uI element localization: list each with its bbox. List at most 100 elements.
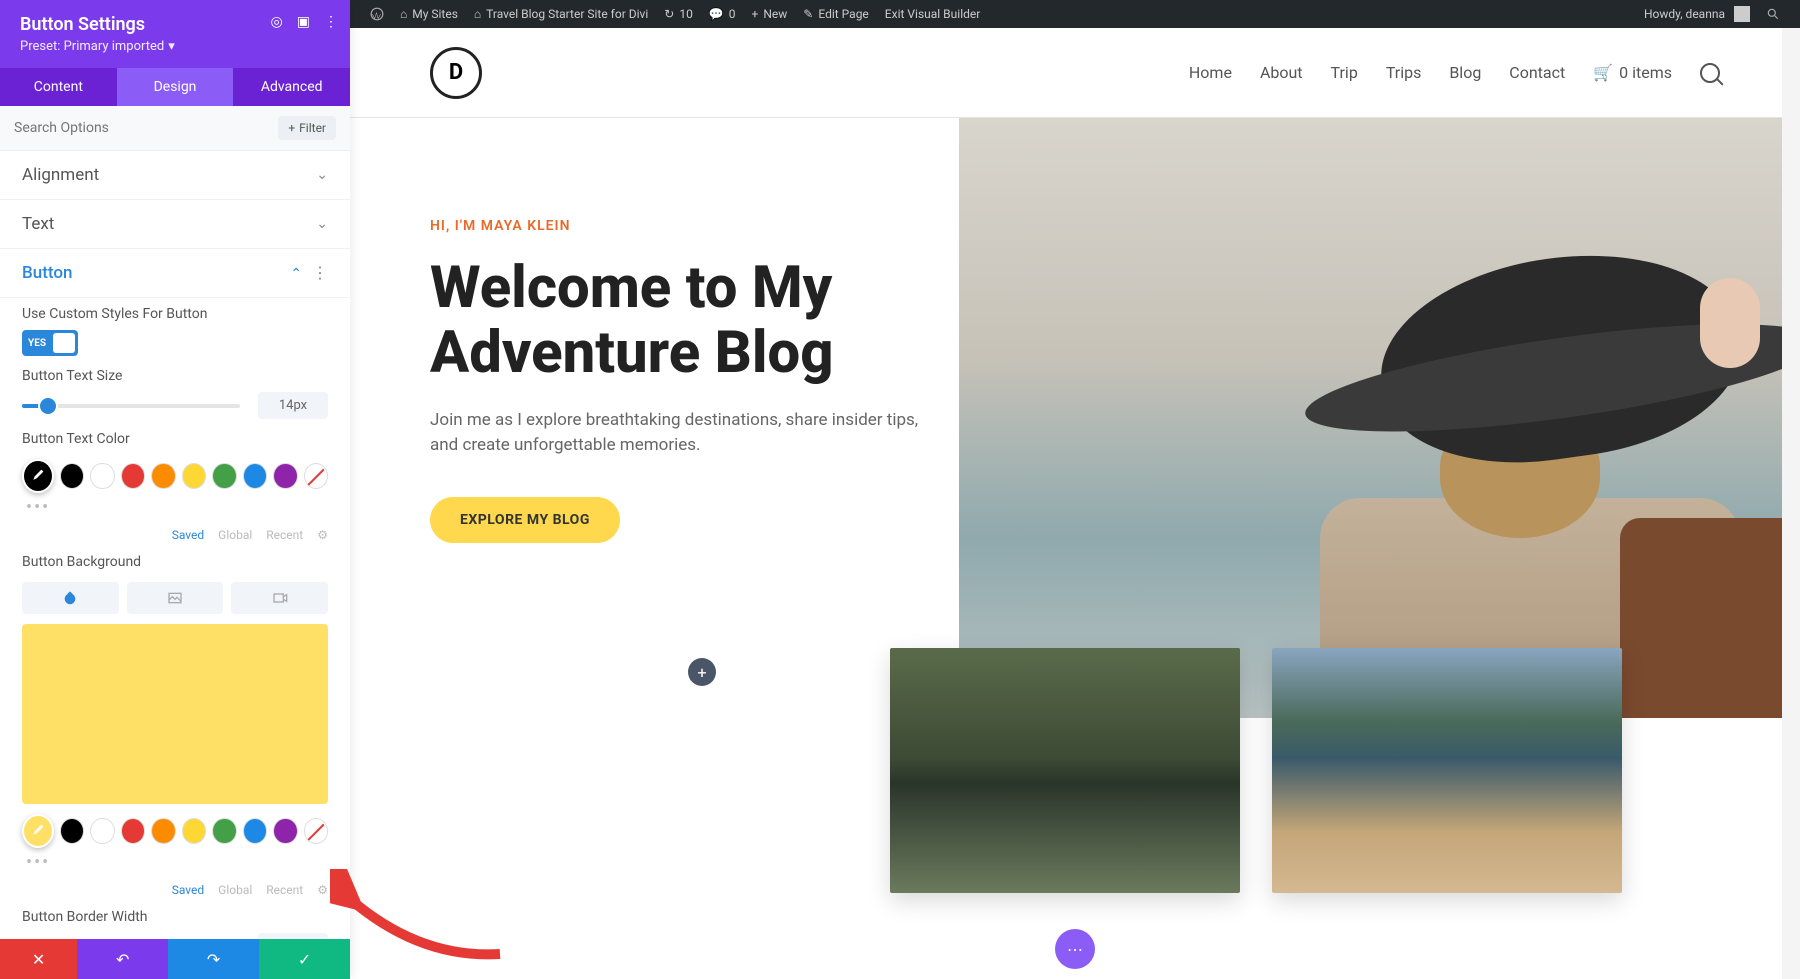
nav-item[interactable]: Trip: [1331, 63, 1358, 82]
swatch-none[interactable]: [304, 818, 328, 844]
image-card[interactable]: [890, 648, 1240, 893]
tab-advanced[interactable]: Advanced: [233, 68, 350, 106]
sidebar-footer: ✕ ↶ ↷ ✓: [0, 939, 350, 979]
swatch-selected[interactable]: [22, 459, 54, 493]
swatch-none[interactable]: [304, 463, 328, 489]
chevron-down-icon: ⌄: [316, 216, 328, 232]
swatch[interactable]: [243, 463, 267, 489]
updates-link[interactable]: ↻10: [656, 7, 701, 21]
text-size-value[interactable]: 14px: [258, 392, 328, 419]
palette-recent[interactable]: Recent: [266, 883, 303, 897]
cancel-button[interactable]: ✕: [0, 939, 77, 979]
swatch[interactable]: [60, 818, 84, 844]
image-card[interactable]: [1272, 648, 1622, 893]
nav-item[interactable]: Home: [1189, 63, 1232, 82]
hero-cta-button[interactable]: EXPLORE MY BLOG: [430, 497, 620, 543]
gear-icon[interactable]: ⚙: [317, 883, 328, 897]
swatch[interactable]: [90, 818, 114, 844]
search-row: +Filter: [0, 106, 350, 151]
image-cards: [890, 648, 1622, 893]
hero-section: HI, I'M MAYA KLEIN Welcome to My Adventu…: [350, 118, 1800, 718]
nav-item[interactable]: Trips: [1386, 63, 1422, 82]
bg-color-swatches: [22, 810, 328, 852]
swatch[interactable]: [121, 463, 145, 489]
nav-item[interactable]: Blog: [1449, 63, 1481, 82]
search-input[interactable]: [14, 114, 278, 142]
palette-links: Saved Global Recent ⚙: [0, 877, 350, 901]
site-logo[interactable]: D: [430, 47, 482, 99]
palette-saved[interactable]: Saved: [172, 528, 204, 542]
kebab-icon[interactable]: ⋮: [324, 14, 338, 30]
swatch[interactable]: [212, 818, 236, 844]
exit-visual-builder[interactable]: Exit Visual Builder: [877, 7, 989, 21]
filter-button[interactable]: +Filter: [278, 116, 336, 140]
new-link[interactable]: +New: [744, 7, 796, 21]
text-size-slider[interactable]: [22, 404, 240, 408]
custom-styles-label: Use Custom Styles For Button: [22, 306, 328, 322]
swatch[interactable]: [212, 463, 236, 489]
swatch[interactable]: [273, 818, 297, 844]
admin-search-icon[interactable]: [1758, 7, 1788, 21]
preset-selector[interactable]: Preset: Primary imported▾: [20, 39, 330, 54]
swatch[interactable]: [273, 463, 297, 489]
palette-global[interactable]: Global: [218, 883, 252, 897]
palette-recent[interactable]: Recent: [266, 528, 303, 542]
cart-link[interactable]: 🛒 0 items: [1593, 63, 1672, 82]
swatch[interactable]: [151, 463, 175, 489]
expand-icon[interactable]: ▣: [297, 14, 310, 30]
tab-content[interactable]: Content: [0, 68, 117, 106]
acc-alignment[interactable]: Alignment⌄: [0, 151, 350, 200]
text-size-label: Button Text Size: [22, 368, 328, 384]
custom-styles-toggle[interactable]: YES: [22, 330, 78, 356]
swatch[interactable]: [121, 818, 145, 844]
my-sites-link[interactable]: ⌂My Sites: [392, 7, 466, 21]
help-icon[interactable]: ◎: [271, 14, 283, 30]
wp-logo[interactable]: [362, 7, 392, 21]
avatar: [1734, 6, 1750, 22]
site-nav: Home About Trip Trips Blog Contact 🛒 0 i…: [1189, 63, 1720, 83]
palette-links: Saved Global Recent ⚙: [0, 522, 350, 546]
more-dots[interactable]: •••: [22, 852, 328, 873]
swatch-selected[interactable]: [22, 814, 54, 848]
bg-preview[interactable]: [22, 624, 328, 804]
gear-icon[interactable]: ⚙: [317, 528, 328, 542]
howdy-link[interactable]: Howdy, deanna: [1636, 6, 1758, 22]
acc-text[interactable]: Text⌄: [0, 200, 350, 249]
bg-tab-image[interactable]: [127, 582, 224, 614]
swatch[interactable]: [90, 463, 114, 489]
add-section-button[interactable]: +: [688, 658, 716, 686]
search-icon[interactable]: [1700, 63, 1720, 83]
bg-label: Button Background: [22, 554, 328, 570]
swatch[interactable]: [151, 818, 175, 844]
swatch[interactable]: [182, 818, 206, 844]
builder-fab[interactable]: ⋯: [1055, 929, 1095, 969]
swatch[interactable]: [182, 463, 206, 489]
redo-button[interactable]: ↷: [168, 939, 259, 979]
palette-global[interactable]: Global: [218, 528, 252, 542]
site-header: D Home About Trip Trips Blog Contact 🛒 0…: [350, 28, 1800, 118]
panel-body: Alignment⌄ Text⌄ Button⌃⋮ Use Custom Sty…: [0, 151, 350, 939]
bg-tab-video[interactable]: [231, 582, 328, 614]
hero-image: [959, 118, 1800, 718]
tab-design[interactable]: Design: [117, 68, 234, 106]
scrollbar[interactable]: [1782, 28, 1800, 979]
wp-admin-bar: ⌂My Sites ⌂Travel Blog Starter Site for …: [350, 0, 1800, 28]
save-button[interactable]: ✓: [259, 939, 350, 979]
nav-item[interactable]: About: [1260, 63, 1303, 82]
undo-button[interactable]: ↶: [77, 939, 168, 979]
chevron-down-icon: ⌄: [316, 167, 328, 183]
nav-item[interactable]: Contact: [1509, 63, 1565, 82]
border-width-label: Button Border Width: [22, 909, 328, 925]
settings-tabs: Content Design Advanced: [0, 68, 350, 106]
edit-page-link[interactable]: ✎Edit Page: [795, 7, 877, 21]
swatch[interactable]: [243, 818, 267, 844]
comments-link[interactable]: 💬0: [701, 7, 744, 21]
more-dots[interactable]: •••: [22, 497, 328, 518]
site-title-link[interactable]: ⌂Travel Blog Starter Site for Divi: [466, 7, 656, 21]
text-color-swatches: [22, 455, 328, 497]
acc-button[interactable]: Button⌃⋮: [0, 249, 350, 298]
kebab-icon[interactable]: ⋮: [302, 263, 328, 282]
palette-saved[interactable]: Saved: [172, 883, 204, 897]
swatch[interactable]: [60, 463, 84, 489]
bg-tab-color[interactable]: [22, 582, 119, 614]
